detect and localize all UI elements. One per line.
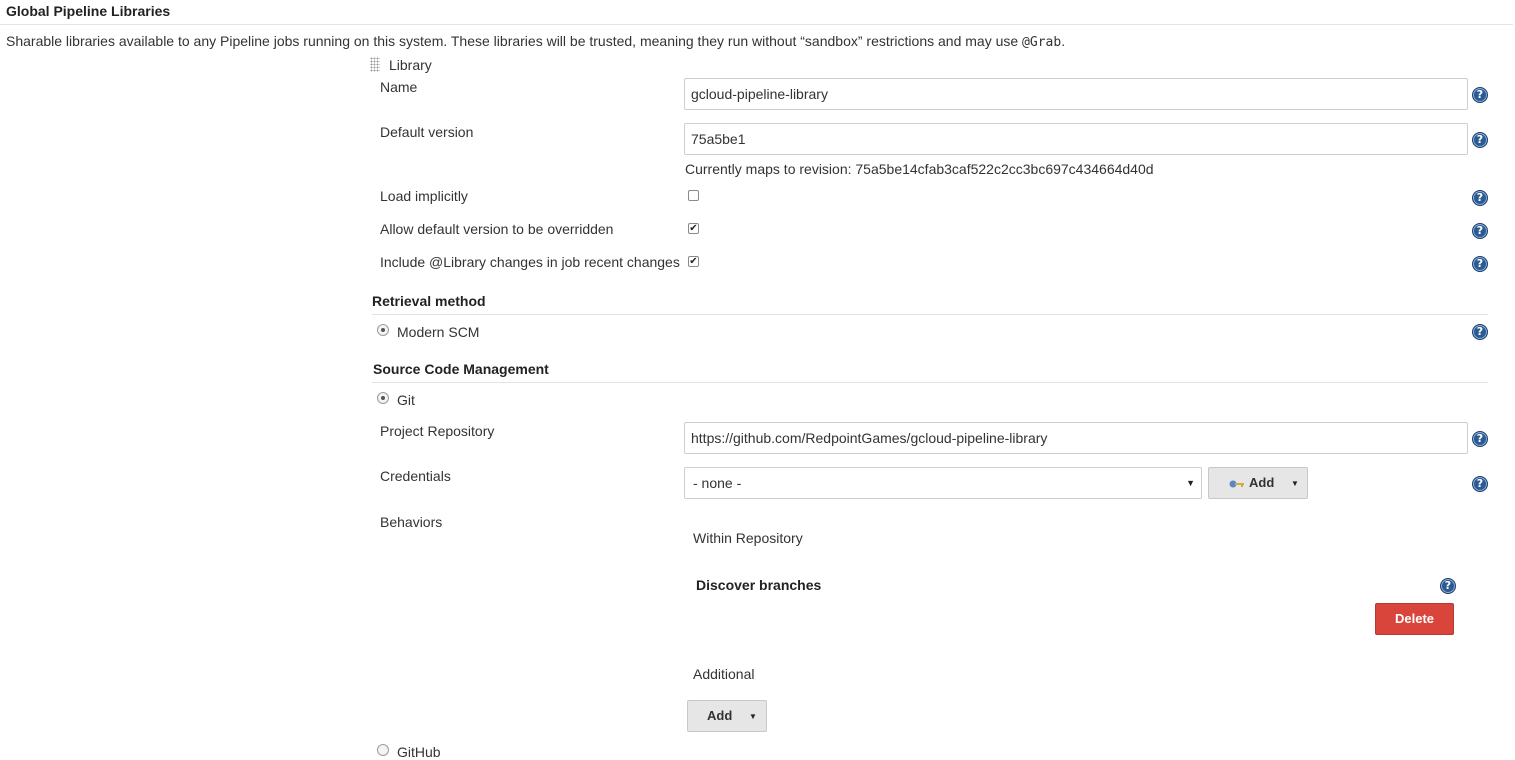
revision-note: Currently maps to revision: 75a5be14cfab… xyxy=(685,161,1154,177)
default-version-field[interactable]: 75a5be1 xyxy=(684,123,1468,155)
question-circle-icon[interactable]: ? xyxy=(1440,578,1456,594)
project-repository-label: Project Repository xyxy=(380,423,495,439)
key-icon xyxy=(1229,480,1244,488)
page-description: Sharable libraries available to any Pipe… xyxy=(6,33,1065,50)
credentials-add-label: Add xyxy=(1249,475,1275,490)
within-repository-label: Within Repository xyxy=(693,530,803,546)
include-changes-checkbox[interactable]: ✔ xyxy=(688,256,699,267)
retrieval-divider xyxy=(372,314,1488,315)
include-changes-label: Include @Library changes in job recent c… xyxy=(380,254,680,270)
description-text: Sharable libraries available to any Pipe… xyxy=(6,33,1023,49)
question-circle-icon[interactable]: ? xyxy=(1472,223,1488,239)
question-circle-icon[interactable]: ? xyxy=(1472,476,1488,492)
chevron-down-icon: ▼ xyxy=(1186,478,1195,488)
library-heading: Library xyxy=(389,57,432,73)
modern-scm-radio[interactable] xyxy=(377,324,389,336)
github-label[interactable]: GitHub xyxy=(397,744,441,760)
allow-override-checkbox[interactable]: ✔ xyxy=(688,223,699,234)
additional-add-label: Add xyxy=(707,708,733,723)
additional-add-button[interactable]: Add ▼ xyxy=(687,700,767,732)
github-radio[interactable] xyxy=(377,744,389,756)
description-code: @Grab xyxy=(1022,35,1062,50)
question-circle-icon[interactable]: ? xyxy=(1472,256,1488,272)
scm-divider xyxy=(372,382,1488,383)
credentials-label: Credentials xyxy=(380,468,451,484)
chevron-down-icon: ▼ xyxy=(749,712,757,721)
delete-button[interactable]: Delete xyxy=(1375,603,1454,635)
allow-override-label: Allow default version to be overridden xyxy=(380,221,614,237)
question-circle-icon[interactable]: ? xyxy=(1472,132,1488,148)
project-repository-field[interactable]: https://github.com/RedpointGames/gcloud-… xyxy=(684,422,1468,454)
question-circle-icon[interactable]: ? xyxy=(1472,431,1488,447)
drag-handle-icon[interactable] xyxy=(370,57,380,72)
discover-branches-label: Discover branches xyxy=(696,577,822,593)
page-title: Global Pipeline Libraries xyxy=(6,3,171,19)
credentials-selected-value: - none - xyxy=(693,475,742,491)
behaviors-label: Behaviors xyxy=(380,514,443,530)
description-end: . xyxy=(1061,33,1066,49)
additional-label: Additional xyxy=(693,666,755,682)
modern-scm-label[interactable]: Modern SCM xyxy=(397,324,479,340)
question-circle-icon[interactable]: ? xyxy=(1472,87,1488,103)
name-label: Name xyxy=(380,79,418,95)
load-implicitly-checkbox[interactable] xyxy=(688,190,699,201)
retrieval-method-heading: Retrieval method xyxy=(372,293,486,309)
name-field[interactable]: gcloud-pipeline-library xyxy=(684,78,1468,110)
title-divider xyxy=(0,24,1513,25)
question-circle-icon[interactable]: ? xyxy=(1472,324,1488,340)
chevron-down-icon: ▼ xyxy=(1291,479,1299,488)
git-label[interactable]: Git xyxy=(397,392,415,408)
question-circle-icon[interactable]: ? xyxy=(1472,190,1488,206)
git-radio[interactable] xyxy=(377,392,389,404)
load-implicitly-label: Load implicitly xyxy=(380,188,468,204)
credentials-select[interactable]: - none - ▼ xyxy=(684,467,1202,499)
credentials-add-button[interactable]: Add ▼ xyxy=(1208,467,1308,499)
default-version-label: Default version xyxy=(380,124,474,140)
scm-heading: Source Code Management xyxy=(373,361,549,377)
